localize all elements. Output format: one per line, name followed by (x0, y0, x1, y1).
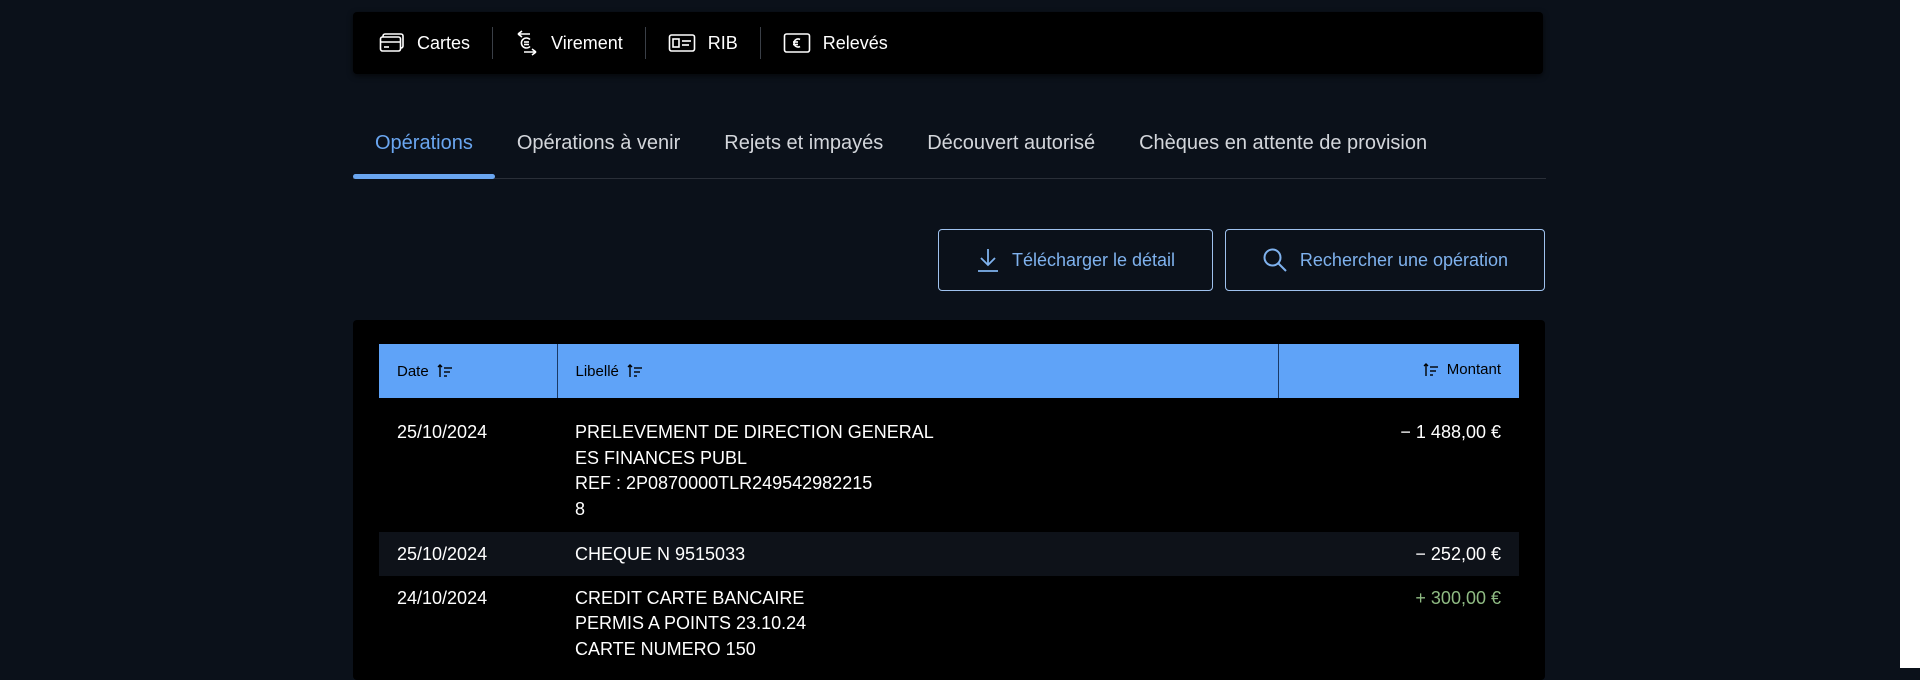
search-operation-button[interactable]: Rechercher une opération (1225, 229, 1545, 291)
column-header-label: Montant (1446, 361, 1501, 379)
label-line: 8 (575, 498, 586, 519)
operation-date: 25/10/2024 (379, 532, 557, 576)
label-line: CARTE NUMERO 150 (575, 638, 756, 659)
quick-action-cards[interactable]: Cartes (379, 12, 492, 74)
operation-date: 25/10/2024 (397, 422, 488, 442)
label-line: PRELEVEMENT DE DIRECTION GENERAL (575, 422, 934, 442)
tab-rejects-unpaid[interactable]: Rejets et impayés (702, 118, 905, 178)
operation-label: CHEQUE N 9515033 (557, 532, 1278, 576)
search-operation-label: Rechercher une opération (1299, 249, 1509, 270)
operation-amount: − 1 488,00 € (1400, 422, 1501, 442)
label-column-header[interactable]: Libellé (556, 344, 1278, 398)
download-details-button[interactable]: Télécharger le détail (938, 229, 1213, 291)
label-line: CREDIT CARTE BANCAIRE (575, 587, 805, 608)
quick-action-label: Virement (551, 32, 623, 53)
column-header-label: Libellé (575, 362, 619, 380)
quick-action-label: Relevés (822, 32, 888, 53)
divider (759, 27, 761, 59)
operations-tabs: Opérations Opérations à venir Rejets et … (353, 118, 1546, 179)
table-row[interactable]: 24/10/2024 CREDIT CARTE BANCAIRE PERMIS … (379, 576, 1519, 673)
search-icon (1263, 248, 1287, 272)
quick-action-label: RIB (707, 32, 738, 53)
transfer-icon (517, 30, 537, 56)
operation-label: CREDIT CARTE BANCAIRE PERMIS A POINTS 23… (557, 576, 1278, 673)
card-icon (379, 33, 404, 52)
column-header-label: Date (397, 362, 429, 380)
sort-icon (1423, 362, 1438, 376)
label-line: ES FINANCES PUBL (575, 447, 748, 468)
sort-icon (627, 364, 642, 377)
amount-column-header[interactable]: Montant (1277, 344, 1519, 398)
tab-upcoming-operations[interactable]: Opérations à venir (495, 118, 702, 178)
tab-authorized-overdraft[interactable]: Découvert autorisé (905, 118, 1117, 178)
sort-icon (437, 364, 452, 377)
window-edge (1900, 0, 1920, 668)
download-details-label: Télécharger le détail (1011, 249, 1176, 270)
download-icon (977, 249, 998, 272)
label-line: REF : 2P0870000TLR249542982215 (575, 473, 873, 493)
quick-action-transfer[interactable]: Virement (515, 12, 645, 74)
operation-label: PRELEVEMENT DE DIRECTION GENERAL ES FINA… (557, 398, 1278, 532)
quick-actions-bar: Cartes Virement RIB Relevés (353, 12, 1543, 74)
operations-card: Date Libellé Montant 25/10/2024 PRELEVEM… (353, 320, 1545, 680)
quick-action-statements[interactable]: Relevés (783, 12, 910, 74)
divider (644, 27, 646, 59)
label-line: PERMIS A POINTS 23.10.24 (575, 613, 807, 633)
tab-pending-cheques[interactable]: Chèques en attente de provision (1117, 118, 1449, 178)
id-card-icon (668, 34, 696, 52)
quick-action-rib[interactable]: RIB (668, 12, 760, 74)
table-header-row: Date Libellé Montant (379, 344, 1519, 398)
table-row[interactable]: 25/10/2024 PRELEVEMENT DE DIRECTION GENE… (379, 398, 1519, 532)
operation-amount: − 252,00 € (1278, 532, 1519, 576)
operation-date: 24/10/2024 (397, 587, 488, 608)
date-column-header[interactable]: Date (379, 344, 557, 398)
operations-table: Date Libellé Montant 25/10/2024 PRELEVEM… (379, 344, 1519, 672)
statement-euro-icon (783, 33, 811, 53)
table-row[interactable]: 25/10/2024 CHEQUE N 9515033 − 252,00 € (379, 532, 1519, 576)
divider (492, 27, 494, 59)
label-line: CHEQUE N 9515033 (575, 544, 746, 564)
operation-amount: + 300,00 € (1415, 587, 1501, 608)
tab-operations[interactable]: Opérations (353, 118, 495, 179)
quick-action-label: Cartes (417, 32, 471, 53)
